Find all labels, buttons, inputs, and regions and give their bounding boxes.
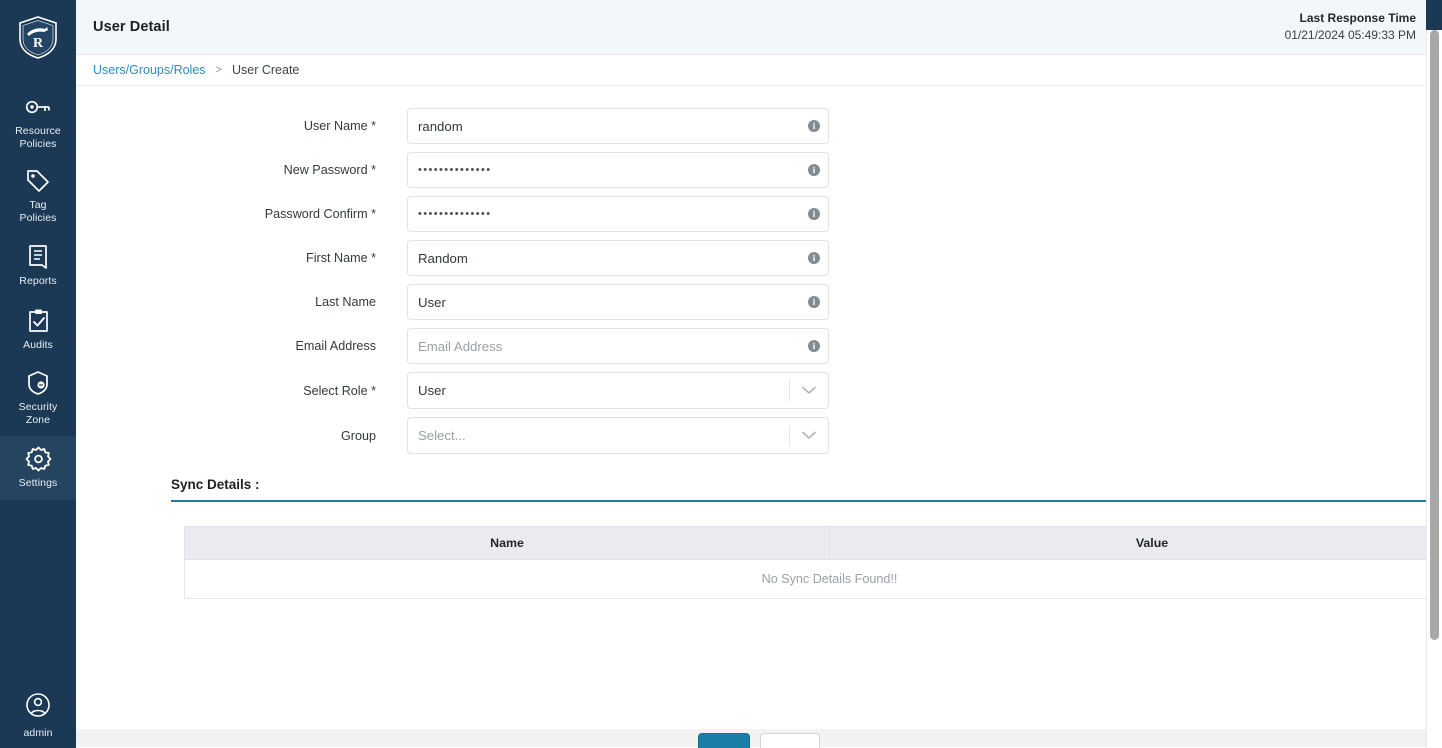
last-response-time: 01/21/2024 05:49:33 PM: [1284, 28, 1416, 42]
sidebar-item-label: Resource Policies: [15, 125, 61, 150]
sidebar-item-settings[interactable]: Settings: [0, 436, 76, 500]
new-password-input[interactable]: ••••••••••••••: [407, 152, 829, 188]
form-row-password-confirm: Password Confirm * •••••••••••••• i: [76, 196, 1442, 232]
form-row-user-name: User Name * random i: [76, 108, 1442, 144]
field-wrap-user-name: random i: [407, 108, 829, 144]
form-row-first-name: First Name * Random i: [76, 240, 1442, 276]
sidebar-item-resource-policies[interactable]: Resource Policies: [0, 86, 76, 160]
sidebar-item-audits[interactable]: Audits: [0, 298, 76, 362]
info-icon[interactable]: i: [808, 208, 820, 220]
info-icon[interactable]: i: [808, 252, 820, 264]
info-icon[interactable]: i: [808, 340, 820, 352]
label-email-address: Email Address: [295, 339, 377, 353]
select-role-value: User: [418, 383, 446, 398]
sync-details-table-wrap: Name Value No Sync Details Found!!: [184, 526, 1442, 599]
scrollbar-track-top: [1426, 0, 1442, 30]
label-last-name: Last Name: [315, 295, 376, 309]
top-header: User Detail Last Response Time 01/21/202…: [76, 0, 1442, 55]
table-row: No Sync Details Found!!: [184, 559, 1442, 599]
scrollbar-thumb[interactable]: [1430, 30, 1439, 640]
svg-text:R: R: [33, 36, 44, 51]
field-wrap-password-confirm: •••••••••••••• i: [407, 196, 829, 232]
column-header-value: Value: [829, 526, 1442, 560]
sidebar-item-tag-policies[interactable]: Tag Policies: [0, 160, 76, 234]
label-group: Group: [340, 428, 376, 443]
user-name-input[interactable]: random: [407, 108, 829, 144]
sidebar-item-label: Security Zone: [18, 401, 58, 426]
clipboard-check-icon: [26, 308, 51, 334]
content-area: User Name * random i New Password * ••••…: [76, 86, 1442, 748]
breadcrumb-separator-icon: >: [215, 64, 222, 76]
report-icon: [26, 244, 50, 270]
breadcrumb: Users/Groups/Roles > User Create: [76, 55, 1442, 86]
sidebar-user-label: admin: [23, 727, 53, 739]
info-icon[interactable]: i: [808, 164, 820, 176]
ranger-shield-logo: R: [19, 15, 57, 59]
form-row-group: Group Select...: [76, 417, 1442, 454]
page-title: User Detail: [93, 19, 170, 35]
app-root: R Resource Policies Tag Policies Reports…: [0, 0, 1442, 748]
group-value: Select...: [418, 428, 466, 443]
form-row-email-address: Email Address Email Address i: [76, 328, 1442, 364]
sidebar-item-reports[interactable]: Reports: [0, 234, 76, 298]
empty-message: No Sync Details Found!!: [184, 559, 1442, 599]
form-row-last-name: Last Name User i: [76, 284, 1442, 320]
info-icon[interactable]: i: [808, 296, 820, 308]
tag-icon: [25, 168, 51, 194]
label-select-role: Select Role *: [303, 383, 376, 398]
first-name-input[interactable]: Random: [407, 240, 829, 276]
form-action-bar: [76, 729, 1442, 748]
sidebar-nav: Resource Policies Tag Policies Reports A…: [0, 86, 76, 500]
info-icon[interactable]: i: [808, 120, 820, 132]
label-new-password: New Password *: [283, 163, 376, 177]
cancel-button[interactable]: [760, 733, 820, 748]
app-logo[interactable]: R: [0, 0, 76, 74]
password-mask: ••••••••••••••: [418, 164, 492, 176]
sidebar: R Resource Policies Tag Policies Reports…: [0, 0, 76, 748]
breadcrumb-current: User Create: [231, 63, 300, 77]
breadcrumb-link-users-groups-roles[interactable]: Users/Groups/Roles: [93, 63, 206, 77]
last-name-input[interactable]: User: [407, 284, 829, 320]
shield-lock-icon: [26, 370, 50, 396]
key-icon: [24, 94, 52, 120]
sidebar-item-label: Audits: [23, 338, 53, 351]
sidebar-item-label: Settings: [18, 476, 58, 489]
gear-icon: [25, 446, 52, 472]
sync-details-heading: Sync Details :: [171, 477, 1442, 502]
label-password-confirm: Password Confirm *: [264, 207, 376, 221]
field-wrap-last-name: User i: [407, 284, 829, 320]
field-wrap-new-password: •••••••••••••• i: [407, 152, 829, 188]
chevron-down-icon[interactable]: [790, 386, 828, 395]
sidebar-item-label: Reports: [19, 274, 57, 287]
last-response-label: Last Response Time: [1299, 11, 1416, 25]
column-header-name: Name: [184, 526, 830, 560]
form-row-new-password: New Password * •••••••••••••• i: [76, 152, 1442, 188]
chevron-down-icon[interactable]: [790, 431, 828, 440]
password-mask: ••••••••••••••: [418, 208, 492, 220]
password-confirm-input[interactable]: ••••••••••••••: [407, 196, 829, 232]
table-header-row: Name Value: [184, 526, 1442, 560]
label-first-name: First Name *: [306, 251, 376, 265]
field-wrap-select-role: User: [407, 372, 829, 409]
sidebar-user[interactable]: admin: [0, 692, 76, 740]
user-create-form: User Name * random i New Password * ••••…: [76, 86, 1442, 454]
field-wrap-first-name: Random i: [407, 240, 829, 276]
group-dropdown[interactable]: Select...: [407, 417, 829, 454]
sync-details-table: Name Value No Sync Details Found!!: [184, 526, 1442, 599]
sidebar-item-label: Tag Policies: [19, 199, 57, 224]
email-address-input[interactable]: Email Address: [407, 328, 829, 364]
form-row-select-role: Select Role * User: [76, 372, 1442, 409]
user-circle-icon: [25, 692, 51, 718]
select-role-dropdown[interactable]: User: [407, 372, 829, 409]
sidebar-item-security-zone[interactable]: Security Zone: [0, 362, 76, 436]
label-user-name: User Name *: [303, 119, 376, 133]
last-response-block: Last Response Time 01/21/2024 05:49:33 P…: [1285, 10, 1416, 44]
save-button[interactable]: [698, 733, 750, 748]
main-area: User Detail Last Response Time 01/21/202…: [76, 0, 1442, 748]
page-scrollbar[interactable]: [1426, 0, 1442, 748]
field-wrap-group: Select...: [407, 417, 829, 454]
field-wrap-email-address: Email Address i: [407, 328, 829, 364]
